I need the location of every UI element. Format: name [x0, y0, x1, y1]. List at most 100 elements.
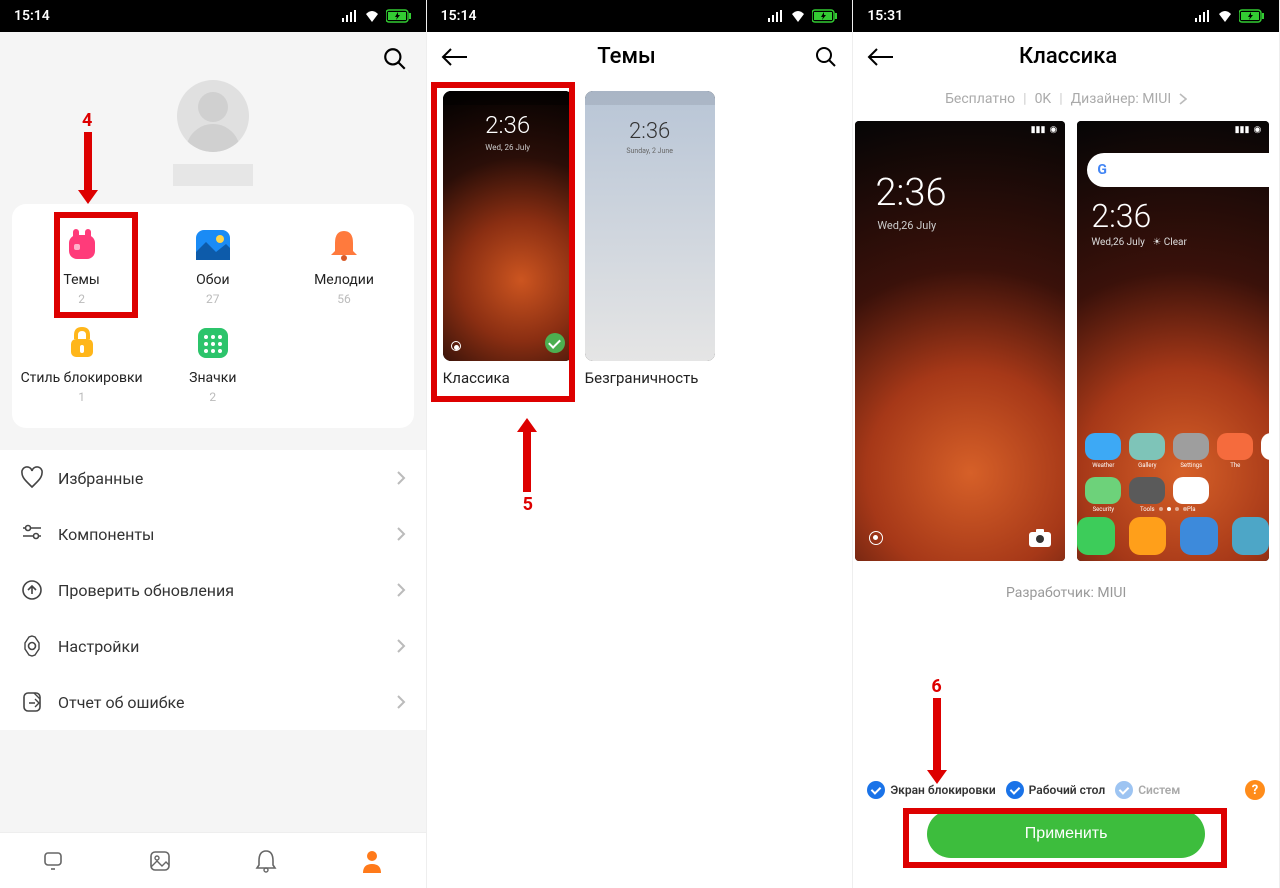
cell-icons[interactable]: Значки 2 [147, 320, 278, 418]
app-icon: Weather [1085, 433, 1121, 469]
display-icon [41, 849, 65, 873]
theme-thumb: 2:36 Sunday, 2 June [585, 91, 715, 361]
battery-icon [1239, 9, 1265, 23]
themes-row: 2:36 Wed, 26 July Классика 2:36 Sunday, … [427, 81, 853, 397]
thumb-time: 2:36 [585, 119, 715, 144]
meta-designer: Дизайнер: MIUI [1071, 91, 1172, 107]
gear-icon [20, 634, 44, 658]
check-icon [1006, 781, 1024, 799]
avatar [177, 80, 249, 152]
opt-desktop[interactable]: Рабочий стол [1006, 781, 1106, 799]
cell-lock-style[interactable]: Стиль блокировки 1 [16, 320, 147, 418]
app-icon: The [1217, 433, 1253, 469]
meta-price: Бесплатно [945, 91, 1015, 107]
thumb-date: Sunday, 2 June [585, 147, 715, 155]
screen-themes-list: 15:14 Темы 2:36 Wed, 26 July [427, 0, 854, 888]
cell-label: Обои [196, 272, 229, 288]
apply-button[interactable]: Применить [927, 810, 1205, 858]
menu-components[interactable]: Компоненты [0, 506, 426, 562]
nav-profile[interactable] [319, 833, 425, 888]
dock-icon [1077, 517, 1115, 555]
previews: ▮▮▮◉ 2:36 Wed,26 July ▮▮▮◉ G 2:36 Wed,26… [853, 121, 1279, 561]
thumb-date: Wed, 26 July [443, 143, 573, 152]
theme-icon [65, 229, 99, 261]
status-time: 15:31 [867, 8, 903, 24]
opt-system[interactable]: Систем [1115, 781, 1180, 799]
menu-report[interactable]: Отчет об ошибке [0, 674, 426, 730]
camera-icon [1029, 529, 1051, 547]
wifi-icon [790, 10, 806, 22]
bell-outline-icon [255, 849, 277, 873]
theme-limitless[interactable]: 2:36 Sunday, 2 June Безграничность [585, 91, 715, 387]
thumb-time: 2:36 [443, 111, 573, 139]
user-name-placeholder [173, 164, 253, 186]
arrow-up [527, 418, 537, 492]
bottom-nav [0, 832, 426, 888]
preview-homescreen[interactable]: ▮▮▮◉ G 2:36 Wed,26 July ☀ Clear WeatherG… [1077, 121, 1269, 561]
icons-icon [198, 328, 228, 358]
search-icon[interactable] [814, 45, 838, 69]
cell-wallpapers[interactable]: Обои 27 [147, 222, 278, 320]
update-icon [20, 578, 44, 602]
app-icon: Settings [1173, 433, 1209, 469]
radio-icon [869, 531, 883, 545]
check-icon [545, 333, 565, 353]
page-title: Темы [439, 44, 815, 69]
header: Классика [853, 32, 1279, 81]
cell-ringtones[interactable]: Мелодии 56 [278, 222, 409, 320]
preview-date: Wed,26 July ☀ Clear [1091, 237, 1187, 248]
google-logo: G [1097, 162, 1107, 178]
cell-count: 1 [78, 390, 85, 404]
battery-icon [386, 9, 412, 23]
signal-icon [768, 10, 784, 22]
apply-options: Экран блокировки Рабочий стол Систем ? [863, 780, 1269, 810]
dock-icon [1129, 517, 1167, 555]
image-icon [148, 849, 172, 873]
menu-settings[interactable]: Настройки [0, 618, 426, 674]
dock [1077, 517, 1269, 555]
check-icon [867, 781, 885, 799]
chevron-right-icon [396, 638, 406, 654]
nav-wallpaper[interactable] [106, 833, 212, 888]
theme-classic[interactable]: 2:36 Wed, 26 July Классика [443, 91, 573, 387]
screen-profile: 15:14 Темы 2 Обои 27 [0, 0, 427, 888]
status-time: 15:14 [441, 8, 477, 24]
arrow-down [937, 698, 947, 784]
theme-thumb: 2:36 Wed, 26 July [443, 91, 573, 361]
cell-themes[interactable]: Темы 2 [16, 222, 147, 320]
chevron-right-icon [396, 526, 406, 542]
preview-lockscreen[interactable]: ▮▮▮◉ 2:36 Wed,26 July [855, 121, 1065, 561]
chevron-right-icon [396, 694, 406, 710]
annotation-4: 4 [82, 110, 92, 131]
radio-icon [451, 341, 461, 351]
help-icon[interactable]: ? [1245, 780, 1265, 800]
cell-label: Темы [63, 272, 99, 288]
wifi-icon [1217, 10, 1233, 22]
dock-icon [1232, 517, 1270, 555]
signal-icon [342, 10, 358, 22]
menu-favorites[interactable]: Избранные [0, 450, 426, 506]
menu-list: Избранные Компоненты Проверить обновлени… [0, 450, 426, 730]
page-title: Классика [871, 44, 1265, 69]
nav-ringtones[interactable] [213, 833, 319, 888]
check-icon [1115, 781, 1133, 799]
cell-label: Стиль блокировки [21, 370, 143, 386]
status-bar: 15:14 [0, 0, 426, 32]
cell-count: 27 [206, 292, 220, 306]
arrow-down [88, 132, 98, 204]
search-icon[interactable] [382, 46, 408, 72]
dock-icon [1180, 517, 1218, 555]
page-dots [1077, 507, 1269, 511]
status-icons [768, 9, 838, 23]
menu-update[interactable]: Проверить обновления [0, 562, 426, 618]
preview-date: Wed,26 July [877, 219, 936, 232]
avatar-section[interactable] [0, 72, 426, 204]
app-grid: WeatherGallerySettingsTheGoogleSecurityT… [1085, 433, 1269, 513]
meta-row[interactable]: Бесплатно | 0K | Дизайнер: MIUI [853, 81, 1279, 121]
nav-home[interactable] [0, 833, 106, 888]
signal-icon [1195, 10, 1211, 22]
cell-label: Мелодии [314, 272, 374, 288]
status-icons [342, 9, 412, 23]
wifi-icon [364, 10, 380, 22]
header: Темы [427, 32, 853, 81]
